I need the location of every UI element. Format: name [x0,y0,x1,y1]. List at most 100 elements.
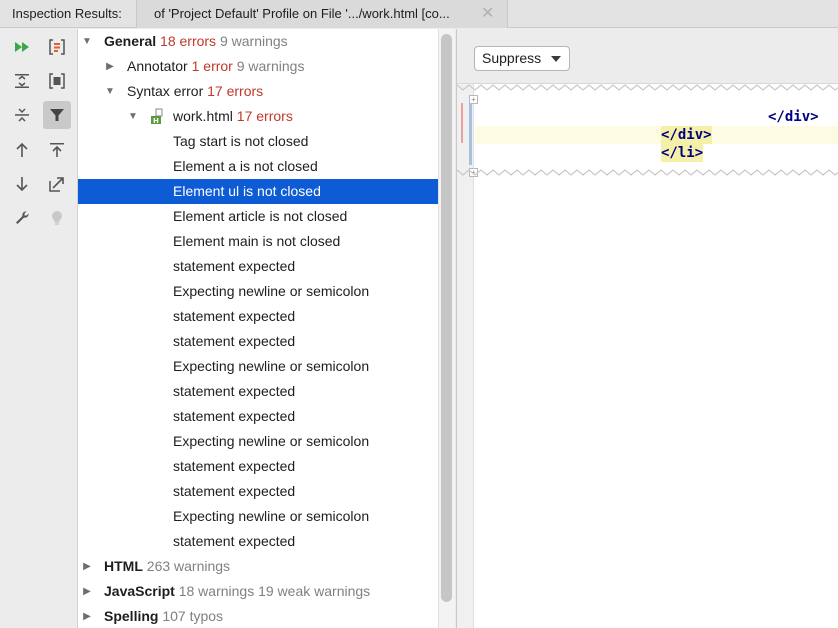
node-label: Annotator [127,58,188,74]
problem-label: statement expected [173,333,296,349]
problem-item[interactable]: statement expected [78,454,438,479]
snippet-bottom-edge [457,169,838,176]
tree-node-html[interactable]: ▶ HTML 263 warnings [78,554,438,579]
inspection-toolbar [0,29,78,628]
inspection-tab-label: of 'Project Default' Profile on File '..… [154,6,450,21]
problem-label: statement expected [173,383,296,399]
problem-label: statement expected [173,458,296,474]
editor-gutter [457,84,474,628]
problem-label: Expecting newline or semicolon [173,433,370,449]
node-label: Spelling [104,608,159,624]
problem-label: Expecting newline or semicolon [173,508,370,524]
problem-item[interactable]: Expecting newline or semicolon [78,279,438,304]
tree-scrollbar-thumb[interactable] [441,34,452,602]
error-stripe [461,103,463,143]
expanded-arrow-icon[interactable]: ▼ [104,79,116,104]
code-line: </div> [475,108,838,126]
rerun-icon[interactable] [8,33,36,61]
node-label: Syntax error [127,83,204,99]
settings-wrench-icon[interactable] [8,204,36,232]
problem-preview-panel: Suppress + </div> </div> </li> + [456,29,838,628]
quickfix-bulb-icon [43,204,71,232]
problem-label: statement expected [173,483,296,499]
collapsed-arrow-icon[interactable]: ▶ [81,554,93,579]
open-source-icon[interactable] [43,170,71,198]
problem-item[interactable]: Element article is not closed [78,204,438,229]
suppress-label: Suppress [482,50,542,66]
expanded-arrow-icon[interactable]: ▼ [127,104,139,129]
problem-label: Expecting newline or semicolon [173,283,370,299]
tool-window-title: Inspection Results: [12,6,122,21]
collapse-all-icon[interactable] [8,101,36,129]
problem-item-selected[interactable]: Element ul is not closed [78,179,438,204]
autoscroll-icon[interactable] [43,67,71,95]
tree-node-spelling[interactable]: ▶ Spelling 107 typos [78,604,438,628]
inspection-tree[interactable]: ▼ General 18 errors 9 warnings ▶ Annotat… [78,29,438,628]
node-label: work.html [173,108,233,124]
code-tag: </li> [661,144,704,162]
tab-bar: Inspection Results: of 'Project Default'… [0,0,838,28]
tree-node-javascript[interactable]: ▶ JavaScript 18 warnings 19 weak warning… [78,579,438,604]
next-icon[interactable] [8,170,36,198]
tree-node-file[interactable]: ▼ H work.html 17 errors [78,104,438,129]
expanded-arrow-icon[interactable]: ▼ [81,29,93,54]
node-label: HTML [104,558,143,574]
jump-up-icon[interactable] [43,136,71,164]
problem-item[interactable]: Element a is not closed [78,154,438,179]
warning-count: 18 warnings 19 weak warnings [178,583,371,599]
error-count: 17 errors [207,83,264,99]
problem-item[interactable]: Expecting newline or semicolon [78,504,438,529]
warning-count: 9 warnings [219,33,288,49]
collapsed-arrow-icon[interactable]: ▶ [81,579,93,604]
problem-item[interactable]: statement expected [78,529,438,554]
problem-label: statement expected [173,308,296,324]
expand-all-icon[interactable] [8,67,36,95]
code-tag: </div> [768,109,819,125]
problem-item[interactable]: statement expected [78,379,438,404]
code-line-current: </div> [475,126,838,144]
warning-count: 9 warnings [236,58,305,74]
problem-label: Element main is not closed [173,233,341,249]
tree-node-general[interactable]: ▼ General 18 errors 9 warnings [78,29,438,54]
close-icon[interactable]: ✕ [481,3,494,23]
collapsed-arrow-icon[interactable]: ▶ [81,604,93,628]
problem-label: Element article is not closed [173,208,348,224]
change-marker [469,103,472,165]
code-preview[interactable] [475,84,838,628]
export-icon[interactable] [43,33,71,61]
problem-item[interactable]: Tag start is not closed [78,129,438,154]
warning-count: 263 warnings [146,558,231,574]
problem-item[interactable]: statement expected [78,479,438,504]
problem-label: Expecting newline or semicolon [173,358,370,374]
code-tag-error: </div> [661,126,712,144]
code-line: </li> [475,144,838,162]
chevron-down-icon [551,56,561,62]
problem-item[interactable]: Element main is not closed [78,229,438,254]
inspection-tab[interactable]: of 'Project Default' Profile on File '..… [136,0,508,28]
problem-item[interactable]: Expecting newline or semicolon [78,354,438,379]
node-label: JavaScript [104,583,175,599]
problem-item[interactable]: statement expected [78,404,438,429]
suppress-dropdown-button[interactable]: Suppress [474,46,570,71]
tree-node-syntax-error[interactable]: ▼ Syntax error 17 errors [78,79,438,104]
problem-label: Element ul is not closed [173,183,321,199]
svg-text:H: H [153,117,159,125]
node-label: General [104,33,157,49]
problem-item[interactable]: statement expected [78,329,438,354]
problem-label: statement expected [173,258,296,274]
problem-item[interactable]: statement expected [78,254,438,279]
filter-icon[interactable] [43,101,71,129]
html-file-icon: H [151,108,163,125]
error-count: 17 errors [236,108,293,124]
tree-node-annotator[interactable]: ▶ Annotator 1 error 9 warnings [78,54,438,79]
problem-item[interactable]: statement expected [78,304,438,329]
snippet-top-edge [457,84,838,91]
collapsed-arrow-icon[interactable]: ▶ [104,54,116,79]
error-count: 1 error [191,58,233,74]
problem-item[interactable]: Expecting newline or semicolon [78,429,438,454]
previous-icon[interactable] [8,136,36,164]
problem-label: statement expected [173,533,296,549]
error-count: 18 errors [160,33,217,49]
warning-count: 107 typos [162,608,224,624]
preview-header: Suppress [457,29,838,84]
